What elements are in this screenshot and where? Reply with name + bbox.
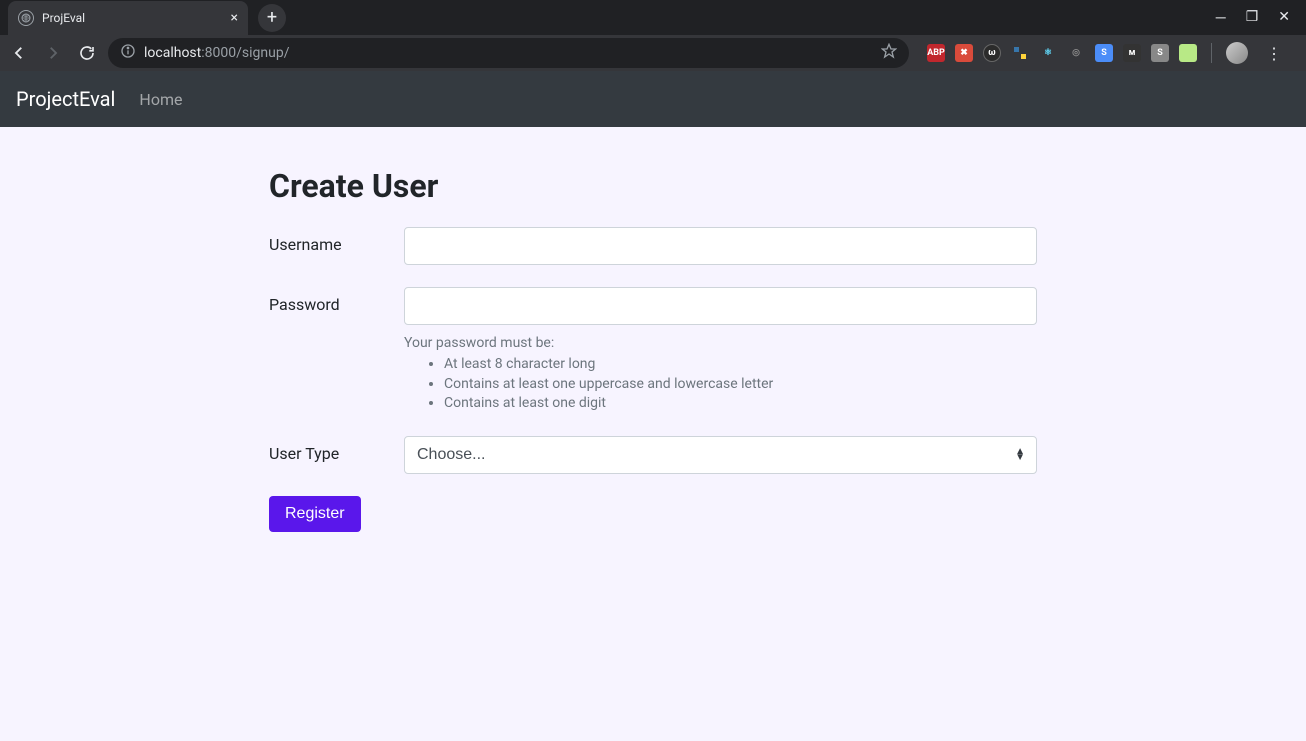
window-controls: ─ ❐ ✕ (1216, 9, 1306, 26)
password-input[interactable] (404, 287, 1037, 325)
browser-tab[interactable]: ProjEval × (8, 1, 248, 35)
extension-icon[interactable] (1179, 44, 1197, 62)
password-help: Your password must be: At least 8 charac… (404, 335, 1037, 414)
minimize-icon[interactable]: ─ (1216, 9, 1226, 26)
password-rule: Contains at least one digit (444, 394, 1037, 414)
password-rule: At least 8 character long (444, 355, 1037, 375)
separator (1211, 43, 1212, 63)
bookmark-star-icon[interactable] (881, 43, 897, 63)
tab-title: ProjEval (42, 11, 223, 25)
usertype-label: User Type (269, 436, 404, 463)
navbar-brand[interactable]: ProjectEval (16, 87, 115, 111)
username-label: Username (269, 227, 404, 254)
site-navbar: ProjectEval Home (0, 71, 1306, 127)
username-input[interactable] (404, 227, 1037, 265)
password-rule: Contains at least one uppercase and lowe… (444, 375, 1037, 395)
url-text: localhost:8000/signup/ (144, 45, 289, 61)
back-icon[interactable] (10, 44, 28, 62)
extension-icon[interactable]: ω (983, 44, 1001, 62)
main-container: Create User Username Password Your passw… (253, 127, 1053, 572)
globe-icon (18, 10, 34, 26)
extension-icon[interactable]: ✖ (955, 44, 973, 62)
extension-icon[interactable]: ⚛ (1039, 44, 1057, 62)
extension-icon[interactable]: м (1123, 44, 1141, 62)
extension-icon[interactable]: S (1151, 44, 1169, 62)
kebab-menu-icon[interactable]: ⋮ (1258, 44, 1290, 63)
form-row-password: Password Your password must be: At least… (269, 287, 1037, 414)
close-icon[interactable]: × (231, 10, 238, 26)
forward-icon[interactable] (44, 44, 62, 62)
extension-icon[interactable] (1011, 44, 1029, 62)
password-label: Password (269, 287, 404, 314)
extension-icon[interactable]: S (1095, 44, 1113, 62)
form-row-usertype: User Type Choose... ▲▼ (269, 436, 1037, 474)
extensions: ABP ✖ ω ⚛ ◎ S м S ⋮ (921, 42, 1296, 64)
form-row-username: Username (269, 227, 1037, 265)
profile-avatar-icon[interactable] (1226, 42, 1248, 64)
address-bar[interactable]: localhost:8000/signup/ (108, 38, 909, 68)
maximize-icon[interactable]: ❐ (1246, 9, 1259, 26)
password-help-intro: Your password must be: (404, 335, 554, 351)
reload-icon[interactable] (78, 44, 96, 62)
browser-chrome: ProjEval × + ─ ❐ ✕ localhost:8000/sign (0, 0, 1306, 71)
tab-bar: ProjEval × + ─ ❐ ✕ (0, 0, 1306, 35)
nav-link-home[interactable]: Home (139, 90, 182, 109)
page-title: Create User (269, 167, 1037, 205)
close-window-icon[interactable]: ✕ (1278, 9, 1290, 26)
extension-icon[interactable]: ABP (927, 44, 945, 62)
toolbar: localhost:8000/signup/ ABP ✖ ω ⚛ ◎ S м S… (0, 35, 1306, 71)
extension-icon[interactable]: ◎ (1067, 44, 1085, 62)
new-tab-button[interactable]: + (258, 4, 286, 32)
register-button[interactable]: Register (269, 496, 361, 532)
page-content: ProjectEval Home Create User Username Pa… (0, 71, 1306, 741)
info-icon[interactable] (120, 43, 136, 63)
usertype-select[interactable]: Choose... (404, 436, 1037, 474)
